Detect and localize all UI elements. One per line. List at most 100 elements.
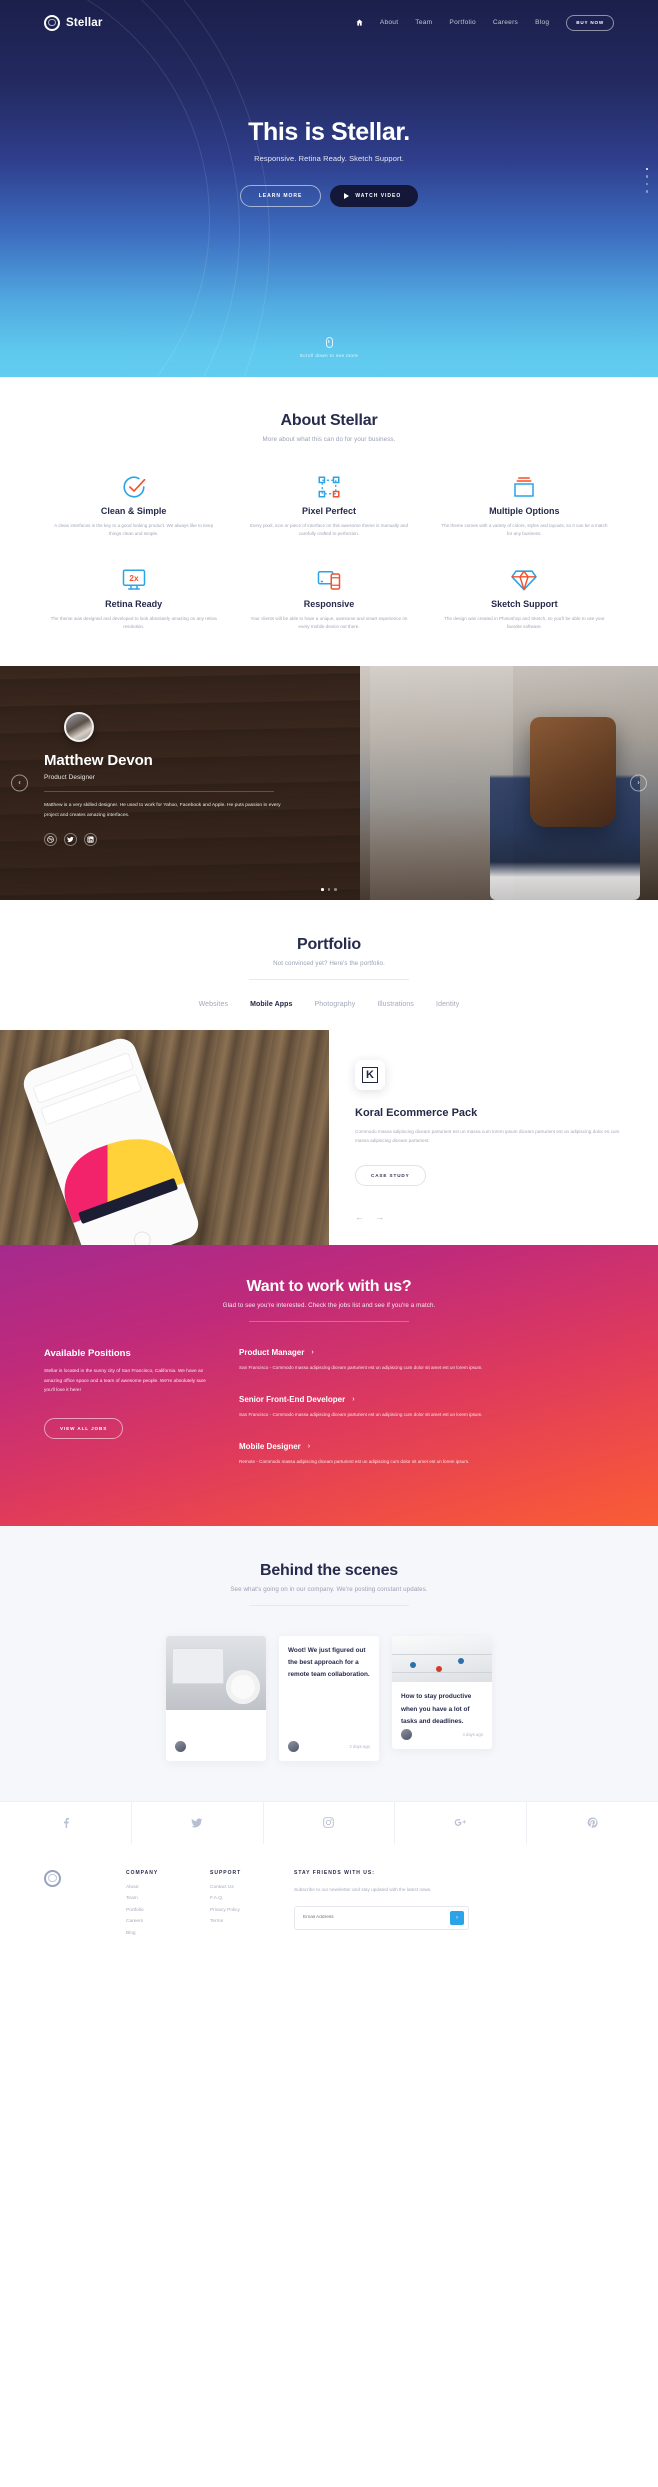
feature-title: Retina Ready	[105, 598, 163, 609]
case-study-button[interactable]: CASE STUDY	[355, 1165, 426, 1187]
learn-more-button[interactable]: LEARN MORE	[239, 185, 322, 207]
footer-link-terms[interactable]: Terms	[210, 1919, 272, 1924]
view-all-jobs-button[interactable]: VIEW ALL JOBS	[44, 1417, 124, 1439]
divider	[249, 978, 409, 980]
newsletter-heading: STAY FRIENDS WITH US:	[294, 1869, 375, 1876]
feature-desc: The theme was designed and developed to …	[50, 615, 217, 630]
email-field[interactable]	[303, 1915, 450, 1921]
available-positions-panel: Available Positions Stellar is located i…	[44, 1348, 209, 1490]
tab-photography[interactable]: Photography	[315, 1001, 356, 1008]
check-circle-icon	[50, 473, 217, 501]
footer-link-blog[interactable]: Blog	[126, 1931, 188, 1936]
linkedin-icon[interactable]	[84, 833, 97, 847]
testimonial-next-button[interactable]: ›	[630, 774, 647, 792]
about-title: About Stellar	[280, 412, 378, 429]
testimonial-name: Matthew Devon	[44, 751, 153, 769]
careers-subtitle: Glad to see you're interested. Check the…	[222, 1301, 436, 1309]
blog-card-body: How to stay productive when you have a l…	[392, 1682, 492, 1728]
top-navbar: Stellar About Team Portfolio Careers Blo…	[0, 0, 658, 45]
nav-item-blog[interactable]: Blog	[535, 19, 549, 26]
twitter-icon[interactable]	[132, 1801, 264, 1844]
feature-title: Clean & Simple	[100, 506, 167, 516]
footer-link-faq[interactable]: F.A.Q.	[210, 1896, 272, 1901]
footer-link-portfolio[interactable]: Portfolio	[126, 1908, 188, 1913]
nav-item-team[interactable]: Team	[415, 19, 432, 26]
feature-desc: A clean interfaces is the key to a good …	[54, 523, 214, 537]
phone-mockup	[19, 1034, 203, 1245]
footer-link-careers[interactable]: Careers	[126, 1919, 188, 1924]
testimonial-section: Matthew Devon Product Designer Matthew i…	[0, 665, 658, 900]
job-item[interactable]: Senior Front-End Developer › San Francis…	[239, 1395, 614, 1419]
job-title-row[interactable]: Mobile Designer ›	[239, 1442, 614, 1451]
blog-card-title: How to stay productive when you have a l…	[401, 1693, 472, 1726]
blog-card-footer: 4 days ago	[392, 1728, 492, 1749]
job-title-row[interactable]: Product Manager ›	[239, 1348, 614, 1357]
tab-illustrations[interactable]: Illustrations	[377, 1001, 414, 1008]
careers-body: Available Positions Stellar is located i…	[44, 1348, 614, 1490]
instagram-icon[interactable]	[264, 1801, 396, 1844]
nav-item-about[interactable]: About	[380, 19, 398, 26]
feature-clean-simple: Clean & Simple A clean interfaces is the…	[44, 473, 223, 539]
blog-card-body	[166, 1710, 266, 1741]
feature-desc: The theme comes with a variety of colors…	[441, 523, 608, 537]
feature-responsive: Responsive Your clients will be able to …	[239, 566, 418, 632]
brand[interactable]: Stellar	[44, 14, 103, 31]
keyboard-and-coffee-photo	[166, 1635, 266, 1710]
blog-card-keyboard[interactable]	[166, 1635, 266, 1761]
footer-logo	[44, 1869, 104, 1943]
nav-item-home[interactable]	[356, 19, 363, 26]
careers-title: Want to work with us?	[246, 1277, 412, 1295]
monitor-2x-icon: 2x	[50, 566, 217, 594]
tab-mobile-apps[interactable]: Mobile Apps	[250, 1001, 292, 1008]
devices-icon	[245, 566, 412, 594]
portfolio-item-row: K Koral Ecommerce Pack Commodo massa adi…	[0, 1029, 658, 1245]
job-title-row[interactable]: Senior Front-End Developer ›	[239, 1395, 614, 1404]
features-grid: Clean & Simple A clean interfaces is the…	[44, 473, 614, 632]
watch-video-button[interactable]: WATCH VIDEO	[330, 185, 419, 207]
nav-item-portfolio[interactable]: Portfolio	[449, 19, 475, 26]
tab-identity[interactable]: Identity	[436, 1001, 459, 1008]
divider	[44, 790, 274, 792]
available-positions-desc: Stellar is located in the sunny city of …	[44, 1368, 206, 1394]
job-desc: San Francisco - Commodo massa adipiscing…	[239, 1412, 483, 1418]
twitter-icon[interactable]	[64, 833, 77, 847]
job-item[interactable]: Mobile Designer › Remote - Commodo massa…	[239, 1442, 614, 1466]
google-plus-icon[interactable]	[395, 1801, 528, 1844]
feature-title: Sketch Support	[491, 598, 558, 609]
footer-link-team[interactable]: Team	[126, 1896, 188, 1901]
svg-text:2x: 2x	[129, 574, 139, 583]
newsletter-submit-button[interactable]: ›	[450, 1910, 464, 1925]
footer-link-privacy-policy[interactable]: Privacy Policy	[210, 1908, 272, 1913]
dribbble-icon[interactable]	[44, 833, 57, 847]
scroll-hint[interactable]: Scroll down to see more	[0, 337, 658, 358]
arrow-right-icon[interactable]: →	[375, 1212, 384, 1222]
feature-desc: The design was created in Photoshop and …	[444, 615, 605, 630]
nav-item-careers[interactable]: Careers	[493, 19, 518, 26]
feature-title: Pixel Perfect	[301, 506, 356, 516]
blog-card-date: 4 days ago	[462, 1731, 484, 1737]
testimonial-role: Product Designer	[44, 773, 95, 781]
pinterest-icon[interactable]	[527, 1802, 658, 1844]
portfolio-item-title: Koral Ecommerce Pack	[355, 1106, 478, 1119]
blog-card-productive[interactable]: How to stay productive when you have a l…	[392, 1635, 492, 1749]
job-item[interactable]: Product Manager › San Francisco - Commod…	[239, 1348, 614, 1372]
feature-sketch-support: Sketch Support The design was created in…	[435, 566, 614, 632]
footer-link-about[interactable]: About	[126, 1885, 188, 1890]
blog-card-remote-team[interactable]: Woot! We just figured out the best appro…	[279, 1635, 379, 1761]
testimonial-dots[interactable]	[0, 888, 658, 891]
portfolio-item-desc: Commodo massa adipiscing diceam parturie…	[355, 1128, 620, 1144]
jobs-list: Product Manager › San Francisco - Commod…	[239, 1348, 614, 1490]
testimonial-socials	[44, 833, 294, 847]
arrow-left-icon[interactable]: ←	[355, 1212, 364, 1222]
koral-logo-icon: K	[355, 1059, 385, 1090]
facebook-icon[interactable]	[0, 1801, 132, 1844]
avatar	[175, 1740, 186, 1752]
testimonial-prev-button[interactable]: ‹	[11, 774, 28, 792]
layers-box-icon	[441, 473, 608, 501]
footer-link-contact-us[interactable]: Contact Us	[210, 1885, 272, 1890]
tab-websites[interactable]: Websites	[199, 1001, 228, 1008]
buy-now-button[interactable]: BUY NOW	[566, 14, 614, 31]
hero-slide-dots[interactable]	[645, 168, 648, 193]
feature-multiple-options: Multiple Options The theme comes with a …	[435, 473, 614, 539]
footer: COMPANY About Team Portfolio Careers Blo…	[0, 1843, 658, 1972]
